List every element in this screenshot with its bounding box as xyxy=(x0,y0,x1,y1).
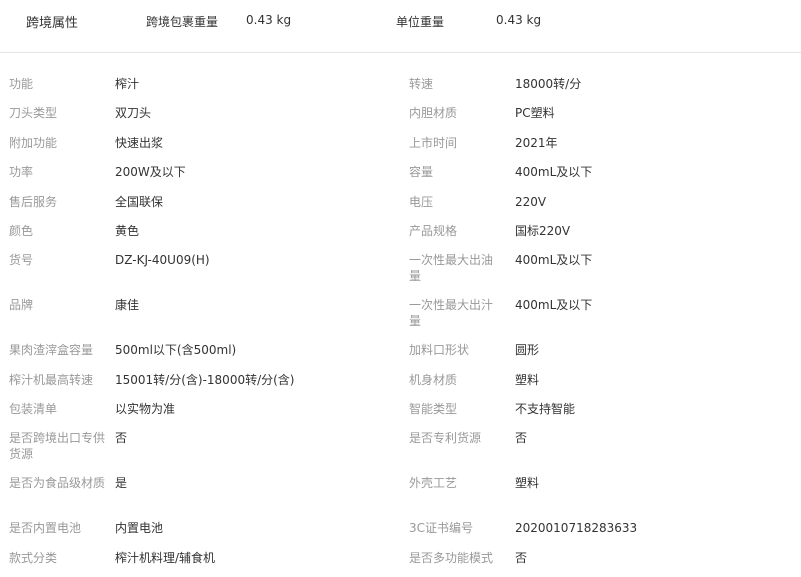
attribute-value: 全国联保 xyxy=(115,195,164,209)
package-weight-value: 0.43 kg xyxy=(246,13,292,27)
attribute-value: 榨汁机料理/辅食机 xyxy=(115,551,216,565)
attribute-label: 包装清单 xyxy=(9,402,58,416)
attribute-value: 18000转/分 xyxy=(515,77,582,91)
attribute-value: 不支持智能 xyxy=(515,402,576,416)
attribute-label: 款式分类 xyxy=(9,551,58,565)
attribute-value: 康佳 xyxy=(115,298,140,312)
attribute-label: 刀头类型 xyxy=(9,106,58,120)
attribute-value: 500ml以下(含500ml) xyxy=(115,343,237,357)
attribute-value: 2020010718283633 xyxy=(515,521,638,535)
attribute-value: 200W及以下 xyxy=(115,165,186,179)
attribute-label: 一次性最大出汁量 xyxy=(409,298,494,328)
attribute-label: 颜色 xyxy=(9,224,34,238)
unit-weight-value: 0.43 kg xyxy=(496,13,542,27)
attribute-value: 400mL及以下 xyxy=(515,298,593,312)
attribute-label: 一次性最大出油量 xyxy=(409,253,494,283)
attribute-value: 400mL及以下 xyxy=(515,165,593,179)
package-weight-label: 跨境包裹重量 xyxy=(146,15,219,29)
section-title: 跨境属性 xyxy=(26,16,79,31)
attribute-label: 榨汁机最高转速 xyxy=(9,373,94,387)
attribute-label: 是否跨境出口专供货源 xyxy=(9,431,106,461)
cross-border-attributes-header: 跨境属性 跨境包裹重量 0.43 kg 单位重量 0.43 kg xyxy=(0,0,801,53)
attribute-label: 货号 xyxy=(9,253,34,267)
attribute-value: 220V xyxy=(515,195,547,209)
attribute-value: 是 xyxy=(115,476,128,490)
attribute-label: 容量 xyxy=(409,165,434,179)
attribute-value: 塑料 xyxy=(515,373,540,387)
attribute-value: DZ-KJ-40U09(H) xyxy=(115,253,210,267)
attribute-label: 是否专利货源 xyxy=(409,431,482,445)
attribute-label: 内胆材质 xyxy=(409,106,458,120)
attribute-label: 上市时间 xyxy=(409,136,458,150)
attribute-label: 转速 xyxy=(409,77,434,91)
attribute-value: 双刀头 xyxy=(115,106,152,120)
attribute-label: 售后服务 xyxy=(9,195,58,209)
attribute-value: 圆形 xyxy=(515,343,540,357)
attribute-value: 以实物为准 xyxy=(115,402,176,416)
attribute-value: 否 xyxy=(115,431,128,445)
attribute-label: 加料口形状 xyxy=(409,343,470,357)
attribute-value: 国标220V xyxy=(515,224,571,238)
attribute-value: 2021年 xyxy=(515,136,558,150)
attribute-label: 果肉渣滓盒容量 xyxy=(9,343,94,357)
attribute-label: 是否内置电池 xyxy=(9,521,82,535)
attribute-label: 功能 xyxy=(9,77,34,91)
attribute-label: 智能类型 xyxy=(409,402,458,416)
attribute-label: 功率 xyxy=(9,165,34,179)
attribute-label: 外壳工艺 xyxy=(409,476,458,490)
attribute-label: 品牌 xyxy=(9,298,34,312)
attribute-label: 附加功能 xyxy=(9,136,58,150)
attribute-value: 榨汁 xyxy=(115,77,140,91)
attribute-value: 塑料 xyxy=(515,476,540,490)
attribute-value: 否 xyxy=(515,551,528,565)
unit-weight-label: 单位重量 xyxy=(396,15,445,29)
attribute-label: 机身材质 xyxy=(409,373,458,387)
attribute-value: 内置电池 xyxy=(115,521,164,535)
attribute-value: 否 xyxy=(515,431,528,445)
attribute-label: 产品规格 xyxy=(409,224,458,238)
attribute-value: 快速出浆 xyxy=(115,136,164,150)
attribute-value: 400mL及以下 xyxy=(515,253,593,267)
attribute-value: 黄色 xyxy=(115,224,140,238)
attribute-label: 电压 xyxy=(409,195,434,209)
attribute-label: 是否多功能模式 xyxy=(409,551,494,565)
attribute-value: PC塑料 xyxy=(515,106,555,120)
attribute-label: 3C证书编号 xyxy=(409,521,474,535)
attribute-label: 是否为食品级材质 xyxy=(9,476,106,490)
attribute-value: 15001转/分(含)-18000转/分(含) xyxy=(115,373,295,387)
